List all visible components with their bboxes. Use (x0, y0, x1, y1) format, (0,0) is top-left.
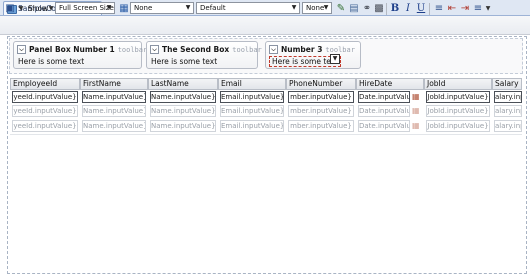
panel-box-3[interactable]: ⌵ Number 3 toolbar Here is some text ▼ (265, 41, 361, 69)
collapse-chevron-icon[interactable]: ⌵ (17, 45, 26, 54)
salary-input[interactable]: alary.inpu (494, 91, 522, 103)
chevron-down-icon: ▼ (291, 4, 297, 11)
lastname-input[interactable]: Name.inputValue} (150, 91, 216, 103)
skin-value: Default (200, 4, 226, 12)
panel-box-toolbar-facet: toolbar (325, 46, 355, 54)
employeeid-input[interactable]: yeeId.inputValue} (12, 105, 78, 117)
email-input[interactable]: Email.inputValue} (220, 120, 284, 132)
panel-box-text: Here is some text (151, 57, 218, 66)
outdent-icon[interactable]: ⇤ (445, 2, 459, 16)
panel-box-title: Panel Box Number 1 (29, 45, 115, 54)
employeeid-input[interactable]: yeeId.inputValue} (12, 91, 78, 103)
column-header-salary[interactable]: Salary (492, 78, 522, 90)
column-header-jobid[interactable]: JobId (424, 78, 492, 90)
table-bottom-divider (10, 134, 522, 135)
panel-box-header: ⌵ The Second Box toolbar (150, 44, 262, 55)
employeeid-input[interactable]: yeeId.inputValue} (12, 120, 78, 132)
underline-button[interactable]: U (415, 2, 427, 16)
phonenumber-input[interactable]: mber.inputValue} (288, 120, 354, 132)
hiredate-input[interactable]: Date.inputValue} (358, 105, 410, 117)
collapse-chevron-icon[interactable]: ⌵ (269, 45, 278, 54)
jobid-input[interactable]: JobId.inputValue} (426, 105, 490, 117)
calendar-icon[interactable]: ▦ (412, 92, 421, 101)
panel-box-header: ⌵ Panel Box Number 1 toolbar (17, 44, 147, 55)
panel-box-toolbar-facet: toolbar (117, 46, 148, 54)
image-icon[interactable]: ▩ (372, 2, 386, 16)
chevron-down-icon: ▼ (106, 4, 112, 11)
style-class-icon[interactable]: ▦ (117, 2, 131, 16)
panel-box-1[interactable]: ⌵ Panel Box Number 1 toolbar Here is some … (13, 41, 147, 69)
salary-input[interactable]: alary.inpu (494, 120, 522, 132)
jobid-input[interactable]: JobId.inputValue} (426, 120, 490, 132)
email-input[interactable]: Email.inputValue} (220, 105, 284, 117)
hiredate-input[interactable]: Date.inputValue} (358, 91, 410, 103)
jobid-input[interactable]: JobId.inputValue} (426, 91, 490, 103)
toolbar-separator (386, 3, 387, 15)
bold-button[interactable]: B (389, 2, 401, 16)
column-header-hiredate[interactable]: HireDate (356, 78, 424, 90)
calendar-icon[interactable]: ▦ (412, 106, 421, 115)
panel-box-2[interactable]: ⌵ The Second Box toolbar Here is some text (146, 41, 262, 69)
panel-box-text: Here is some text (18, 57, 85, 66)
skin-select[interactable]: Default ▼ (196, 2, 300, 14)
font-color-icon[interactable]: ✎ (334, 2, 348, 16)
chevron-down-icon: ▼ (323, 4, 329, 11)
font-select[interactable]: None ▼ (302, 2, 332, 14)
hiredate-input[interactable]: Date.inputValue} (358, 120, 410, 132)
chevron-down-icon[interactable]: ▼ (481, 2, 495, 16)
column-header-phonenumber[interactable]: PhoneNumber (286, 78, 356, 90)
chevron-down-icon: ▼ (185, 4, 191, 11)
lastname-input[interactable]: Name.inputValue} (150, 105, 216, 117)
lastname-input[interactable]: Name.inputValue} (150, 120, 216, 132)
align-left-icon[interactable]: ≡ (432, 2, 446, 16)
calendar-icon[interactable]: ▦ (412, 121, 421, 130)
salary-input[interactable]: alary.inpu (494, 105, 522, 117)
toolbar-separator (429, 3, 430, 15)
column-header-firstname[interactable]: FirstName (80, 78, 148, 90)
collapse-chevron-icon[interactable]: ⌵ (150, 45, 159, 54)
style-class-select[interactable]: None ▼ (130, 2, 194, 14)
panel-box-title: The Second Box (162, 45, 230, 54)
email-input[interactable]: Email.inputValue} (220, 91, 284, 103)
column-header-employeeid[interactable]: EmployeeId (10, 78, 80, 90)
panel-box-header: ⌵ Number 3 toolbar (269, 44, 355, 55)
column-header-email[interactable]: Email (218, 78, 286, 90)
indent-icon[interactable]: ⇥ (458, 2, 472, 16)
firstname-input[interactable]: Name.inputValue} (82, 120, 146, 132)
phonenumber-input[interactable]: mber.inputValue} (288, 91, 354, 103)
phonenumber-input[interactable]: mber.inputValue} (288, 105, 354, 117)
chevron-down-icon[interactable]: ▼ (330, 54, 340, 64)
column-header-lastname[interactable]: LastName (148, 78, 218, 90)
italic-button[interactable]: I (402, 2, 414, 16)
panel-box-title: Number 3 (281, 45, 323, 54)
design-toolbar (0, 16, 530, 35)
firstname-input[interactable]: Name.inputValue} (82, 91, 146, 103)
screen-size-select[interactable]: Full Screen Size ▼ (55, 2, 115, 14)
background-color-icon[interactable]: ▤ (347, 2, 361, 16)
firstname-input[interactable]: Name.inputValue} (82, 105, 146, 117)
panel-box-toolbar-facet: toolbar (232, 46, 262, 54)
style-class-value: None (134, 4, 153, 12)
